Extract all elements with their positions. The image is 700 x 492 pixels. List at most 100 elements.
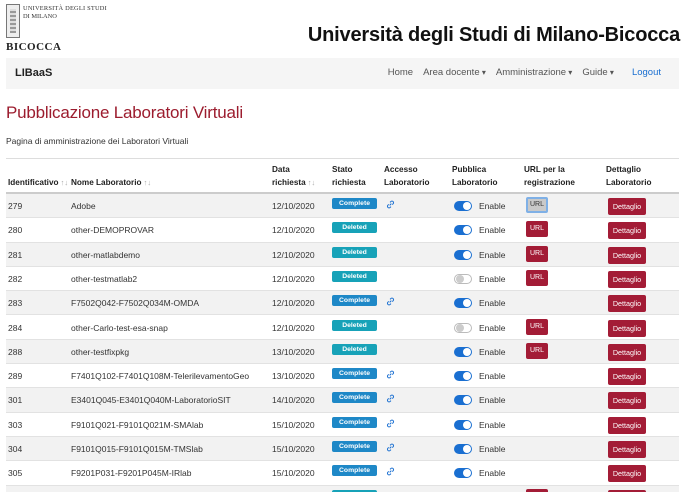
dettaglio-button[interactable]: Dettaglio	[608, 441, 646, 458]
table-row: 281 other-matlabdemo 12/10/2020 Deleted Enab…	[6, 242, 679, 267]
cell-identificativo: 279	[8, 201, 23, 211]
url-button[interactable]: URL	[526, 221, 548, 238]
status-badge: Deleted	[332, 270, 377, 282]
dettaglio-button[interactable]: Dettaglio	[608, 295, 646, 313]
status-badge: Complete	[332, 416, 377, 428]
cell-identificativo: 305	[8, 468, 23, 479]
table-row: 304 F9101Q015-F9101Q015M-TMSlab 15/10/2020…	[6, 437, 679, 462]
navbar-brand[interactable]: LIBaaS	[15, 67, 52, 79]
cell-nome-laboratorio: other-matlabdemo	[71, 249, 140, 260]
status-badge: Complete	[332, 465, 377, 477]
logout-link[interactable]: Logout	[632, 67, 661, 78]
dettaglio-button[interactable]: Dettaglio	[608, 319, 646, 337]
cell-data-richiesta: 13/10/2020	[272, 371, 315, 382]
publish-toggle[interactable]	[454, 419, 472, 430]
cell-nome-laboratorio: other-testfixpkg	[71, 346, 130, 357]
table-row: 289 F7401Q102-F7401Q108M-TelerilevamentoG…	[6, 364, 679, 389]
status-badge: Complete	[332, 441, 377, 452]
cell-nome-laboratorio: F9101Q021-F9101Q021M-SMAlab	[71, 419, 204, 430]
status-badge: Deleted	[332, 319, 377, 331]
column-header-line: richiesta	[272, 176, 315, 189]
column-header-data-richiesta[interactable]: Data richiesta	[272, 163, 315, 189]
cell-identificativo: 301	[8, 395, 23, 406]
publish-toggle[interactable]	[454, 298, 472, 309]
site-header: UNIVERSITÀ DEGLI STUDI DI MILANO BICOCCA…	[0, 0, 700, 58]
table-row: 303 F9101Q021-F9101Q021M-SMAlab 15/10/2020…	[6, 413, 679, 437]
url-button[interactable]: URL	[526, 488, 548, 492]
column-header-stato-richiesta: Stato richiesta	[332, 163, 366, 189]
enable-label: Enable	[479, 468, 506, 479]
cell-identificativo: 288	[8, 346, 23, 357]
link-icon[interactable]	[386, 370, 395, 379]
cell-nome-laboratorio: F7401Q102-F7401Q108M-TelerilevamentoGeo	[71, 371, 250, 382]
logo-line-2: DI MILANO	[23, 13, 57, 20]
url-button[interactable]: URL	[526, 269, 548, 286]
table-row: 282 other-testmatlab2 12/10/2020 Deleted Ena…	[6, 267, 679, 292]
link-icon[interactable]	[386, 394, 395, 403]
column-header-url-registrazione: URL per la registrazione	[524, 163, 575, 189]
nav-item-guide[interactable]: Guide	[582, 67, 614, 78]
university-logo[interactable]: UNIVERSITÀ DEGLI STUDI DI MILANO BICOCCA	[6, 4, 107, 54]
table-row: 279 Adobe 12/10/2020 Complete Enable URL Detta…	[6, 194, 679, 219]
column-header-line: richiesta	[332, 178, 366, 187]
table-row: 280 other-DEMOPROVAR 12/10/2020 Deleted Enab…	[6, 218, 679, 243]
publish-toggle[interactable]	[454, 273, 472, 284]
publish-toggle[interactable]	[454, 371, 472, 382]
link-icon[interactable]	[386, 200, 395, 209]
cell-data-richiesta: 15/10/2020	[272, 468, 315, 479]
dettaglio-button[interactable]: Dettaglio	[608, 416, 646, 434]
dettaglio-button[interactable]: Dettaglio	[608, 343, 646, 361]
dettaglio-button[interactable]: Dettaglio	[608, 198, 646, 215]
dettaglio-button[interactable]: Dettaglio	[608, 270, 646, 288]
logo-wordmark: BICOCCA	[6, 41, 62, 53]
enable-label: Enable	[479, 346, 506, 357]
dettaglio-button[interactable]: Dettaglio	[608, 246, 646, 264]
column-header-line: Data	[272, 165, 290, 174]
dettaglio-button[interactable]: Dettaglio	[608, 465, 646, 483]
logo-line-1: UNIVERSITÀ DEGLI STUDI	[23, 5, 107, 12]
publish-toggle[interactable]	[454, 346, 472, 357]
url-button[interactable]: URL	[526, 342, 548, 359]
cell-nome-laboratorio: other-DEMOPROVAR	[71, 225, 154, 236]
nav-item-amministrazione[interactable]: Amministrazione	[496, 67, 572, 78]
link-icon[interactable]	[386, 297, 395, 306]
dettaglio-button[interactable]: Dettaglio	[608, 368, 646, 386]
url-button[interactable]: URL	[526, 318, 548, 335]
publish-toggle[interactable]	[454, 444, 472, 454]
cell-nome-laboratorio: F7502Q042-F7502Q034M-OMDA	[71, 298, 200, 309]
publish-toggle[interactable]	[454, 468, 472, 479]
url-button[interactable]: URL	[526, 245, 548, 262]
column-header-line: Pubblica	[452, 165, 487, 174]
publish-toggle[interactable]	[454, 225, 472, 236]
nav-item-home[interactable]: Home	[388, 67, 413, 78]
column-header-nome-laboratorio[interactable]: Nome Laboratorio	[71, 176, 151, 189]
status-badge: Deleted	[332, 222, 377, 234]
cell-nome-laboratorio: E3401Q045-E3401Q040M-LaboratorioSIT	[71, 395, 231, 406]
dettaglio-button[interactable]: Dettaglio	[608, 392, 646, 410]
cell-identificativo: 289	[8, 371, 23, 382]
link-icon[interactable]	[386, 467, 395, 476]
status-badge: Complete	[332, 295, 377, 307]
enable-label: Enable	[479, 249, 506, 260]
column-header-identificativo[interactable]: Identificativo	[8, 176, 68, 189]
status-badge: Deleted	[332, 343, 377, 355]
publish-toggle[interactable]	[454, 249, 472, 260]
cell-nome-laboratorio: other-testmatlab2	[71, 273, 138, 284]
dettaglio-button[interactable]: Dettaglio	[608, 222, 646, 240]
cell-data-richiesta: 14/10/2020	[272, 395, 315, 406]
cell-nome-laboratorio: F9201P031-F9201P045M-IRlab	[71, 468, 192, 479]
url-button[interactable]: URL	[526, 197, 548, 213]
nav-item-area-docente[interactable]: Area docente	[423, 67, 486, 78]
cell-data-richiesta: 12/10/2020	[272, 225, 315, 236]
enable-label: Enable	[479, 201, 506, 211]
link-icon[interactable]	[386, 419, 395, 428]
link-icon[interactable]	[386, 443, 395, 452]
cell-nome-laboratorio: Adobe	[71, 201, 96, 211]
publish-toggle[interactable]	[454, 322, 472, 333]
publish-toggle[interactable]	[454, 201, 472, 211]
cell-data-richiesta: 12/10/2020	[272, 201, 315, 211]
enable-label: Enable	[479, 298, 506, 309]
table-row: 284 other-Carlo-test-esa-snap 12/10/2020 De…	[6, 316, 679, 340]
publish-toggle[interactable]	[454, 395, 472, 406]
enable-label: Enable	[479, 444, 506, 454]
